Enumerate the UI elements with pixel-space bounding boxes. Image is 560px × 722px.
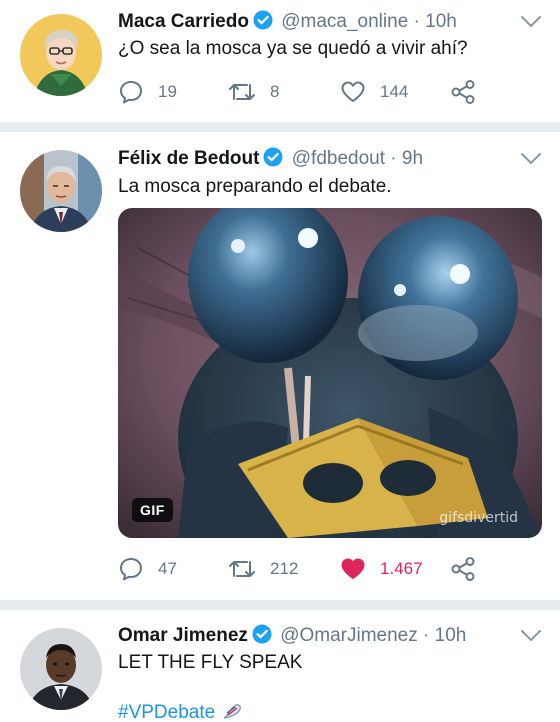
share-button[interactable] [450, 77, 476, 107]
like-button[interactable]: 1.467 [340, 554, 423, 584]
gif-badge: GIF [132, 498, 173, 522]
tweet-header: Félix de Bedout @fdbedout · 9h [118, 147, 423, 174]
like-count: 1.467 [380, 559, 423, 578]
chevron-down-icon[interactable] [520, 15, 542, 29]
avatar-maca[interactable] [20, 14, 102, 96]
user-handle[interactable]: @fdbedout [292, 148, 385, 169]
like-button[interactable]: 144 [340, 77, 408, 107]
gif-media[interactable]: GIF gifsdivertid [118, 208, 542, 538]
user-handle[interactable]: @OmarJimenez [280, 625, 418, 646]
tweet-text: LET THE FLY SPEAK [118, 652, 303, 673]
retweet-button[interactable]: 8 [228, 77, 279, 107]
tweet-text: La mosca preparando el debate. [118, 176, 392, 197]
tweet-felix[interactable]: Félix de Bedout @fdbedout · 9h La mosca … [0, 132, 560, 598]
separator-dot: · [423, 625, 430, 646]
heart-icon [340, 79, 366, 105]
chevron-down-icon[interactable] [520, 629, 542, 643]
reply-count: 47 [158, 559, 177, 578]
reply-count: 19 [158, 82, 177, 101]
user-handle[interactable]: @maca_online [281, 11, 408, 32]
hashtag-emoji-icon [222, 702, 242, 722]
retweet-count: 8 [270, 82, 280, 101]
retweet-icon [228, 79, 256, 105]
gif-watermark: gifsdivertid [439, 510, 518, 526]
reply-icon [118, 79, 144, 105]
share-icon [450, 79, 476, 105]
timestamp[interactable]: 10h [425, 11, 457, 32]
share-icon [450, 556, 476, 582]
display-name[interactable]: Maca Carriedo [118, 11, 249, 32]
tweet-hashtag-line: #VPDebate [118, 700, 242, 722]
like-count: 144 [380, 82, 409, 101]
share-button[interactable] [450, 554, 476, 584]
reply-icon [118, 556, 144, 582]
timestamp[interactable]: 10h [435, 625, 467, 646]
hashtag-link[interactable]: #VPDebate [118, 702, 215, 722]
display-name[interactable]: Félix de Bedout [118, 148, 259, 169]
verified-badge-icon [263, 147, 283, 174]
tweet-text: ¿O sea la mosca ya se quedó a vivir ahí? [118, 38, 468, 59]
heart-icon [340, 556, 366, 582]
timestamp[interactable]: 9h [402, 148, 423, 169]
verified-badge-icon [253, 10, 273, 37]
tweet-actions: 47 212 1.467 [118, 554, 498, 584]
retweet-count: 212 [270, 559, 299, 578]
timeline-divider [0, 122, 560, 132]
tweet-header: Maca Carriedo @maca_online · 10h [118, 10, 457, 37]
separator-dot: · [413, 11, 420, 32]
timeline-divider [0, 600, 560, 610]
retweet-button[interactable]: 212 [228, 554, 298, 584]
verified-badge-icon [252, 624, 272, 651]
tweet-header: Omar Jimenez @OmarJimenez · 10h [118, 624, 466, 651]
separator-dot: · [390, 148, 397, 169]
tweet-actions: 19 8 144 [118, 77, 498, 107]
fly-gif-image [118, 208, 542, 538]
display-name[interactable]: Omar Jimenez [118, 625, 248, 646]
avatar-omar[interactable] [20, 628, 102, 710]
reply-button[interactable]: 47 [118, 554, 177, 584]
tweet-maca[interactable]: Maca Carriedo @maca_online · 10h ¿O sea … [0, 0, 560, 120]
reply-button[interactable]: 19 [118, 77, 177, 107]
avatar-felix[interactable] [20, 150, 102, 232]
chevron-down-icon[interactable] [520, 152, 542, 166]
retweet-icon [228, 556, 256, 582]
tweet-omar[interactable]: Omar Jimenez @OmarJimenez · 10h LET THE … [0, 610, 560, 722]
